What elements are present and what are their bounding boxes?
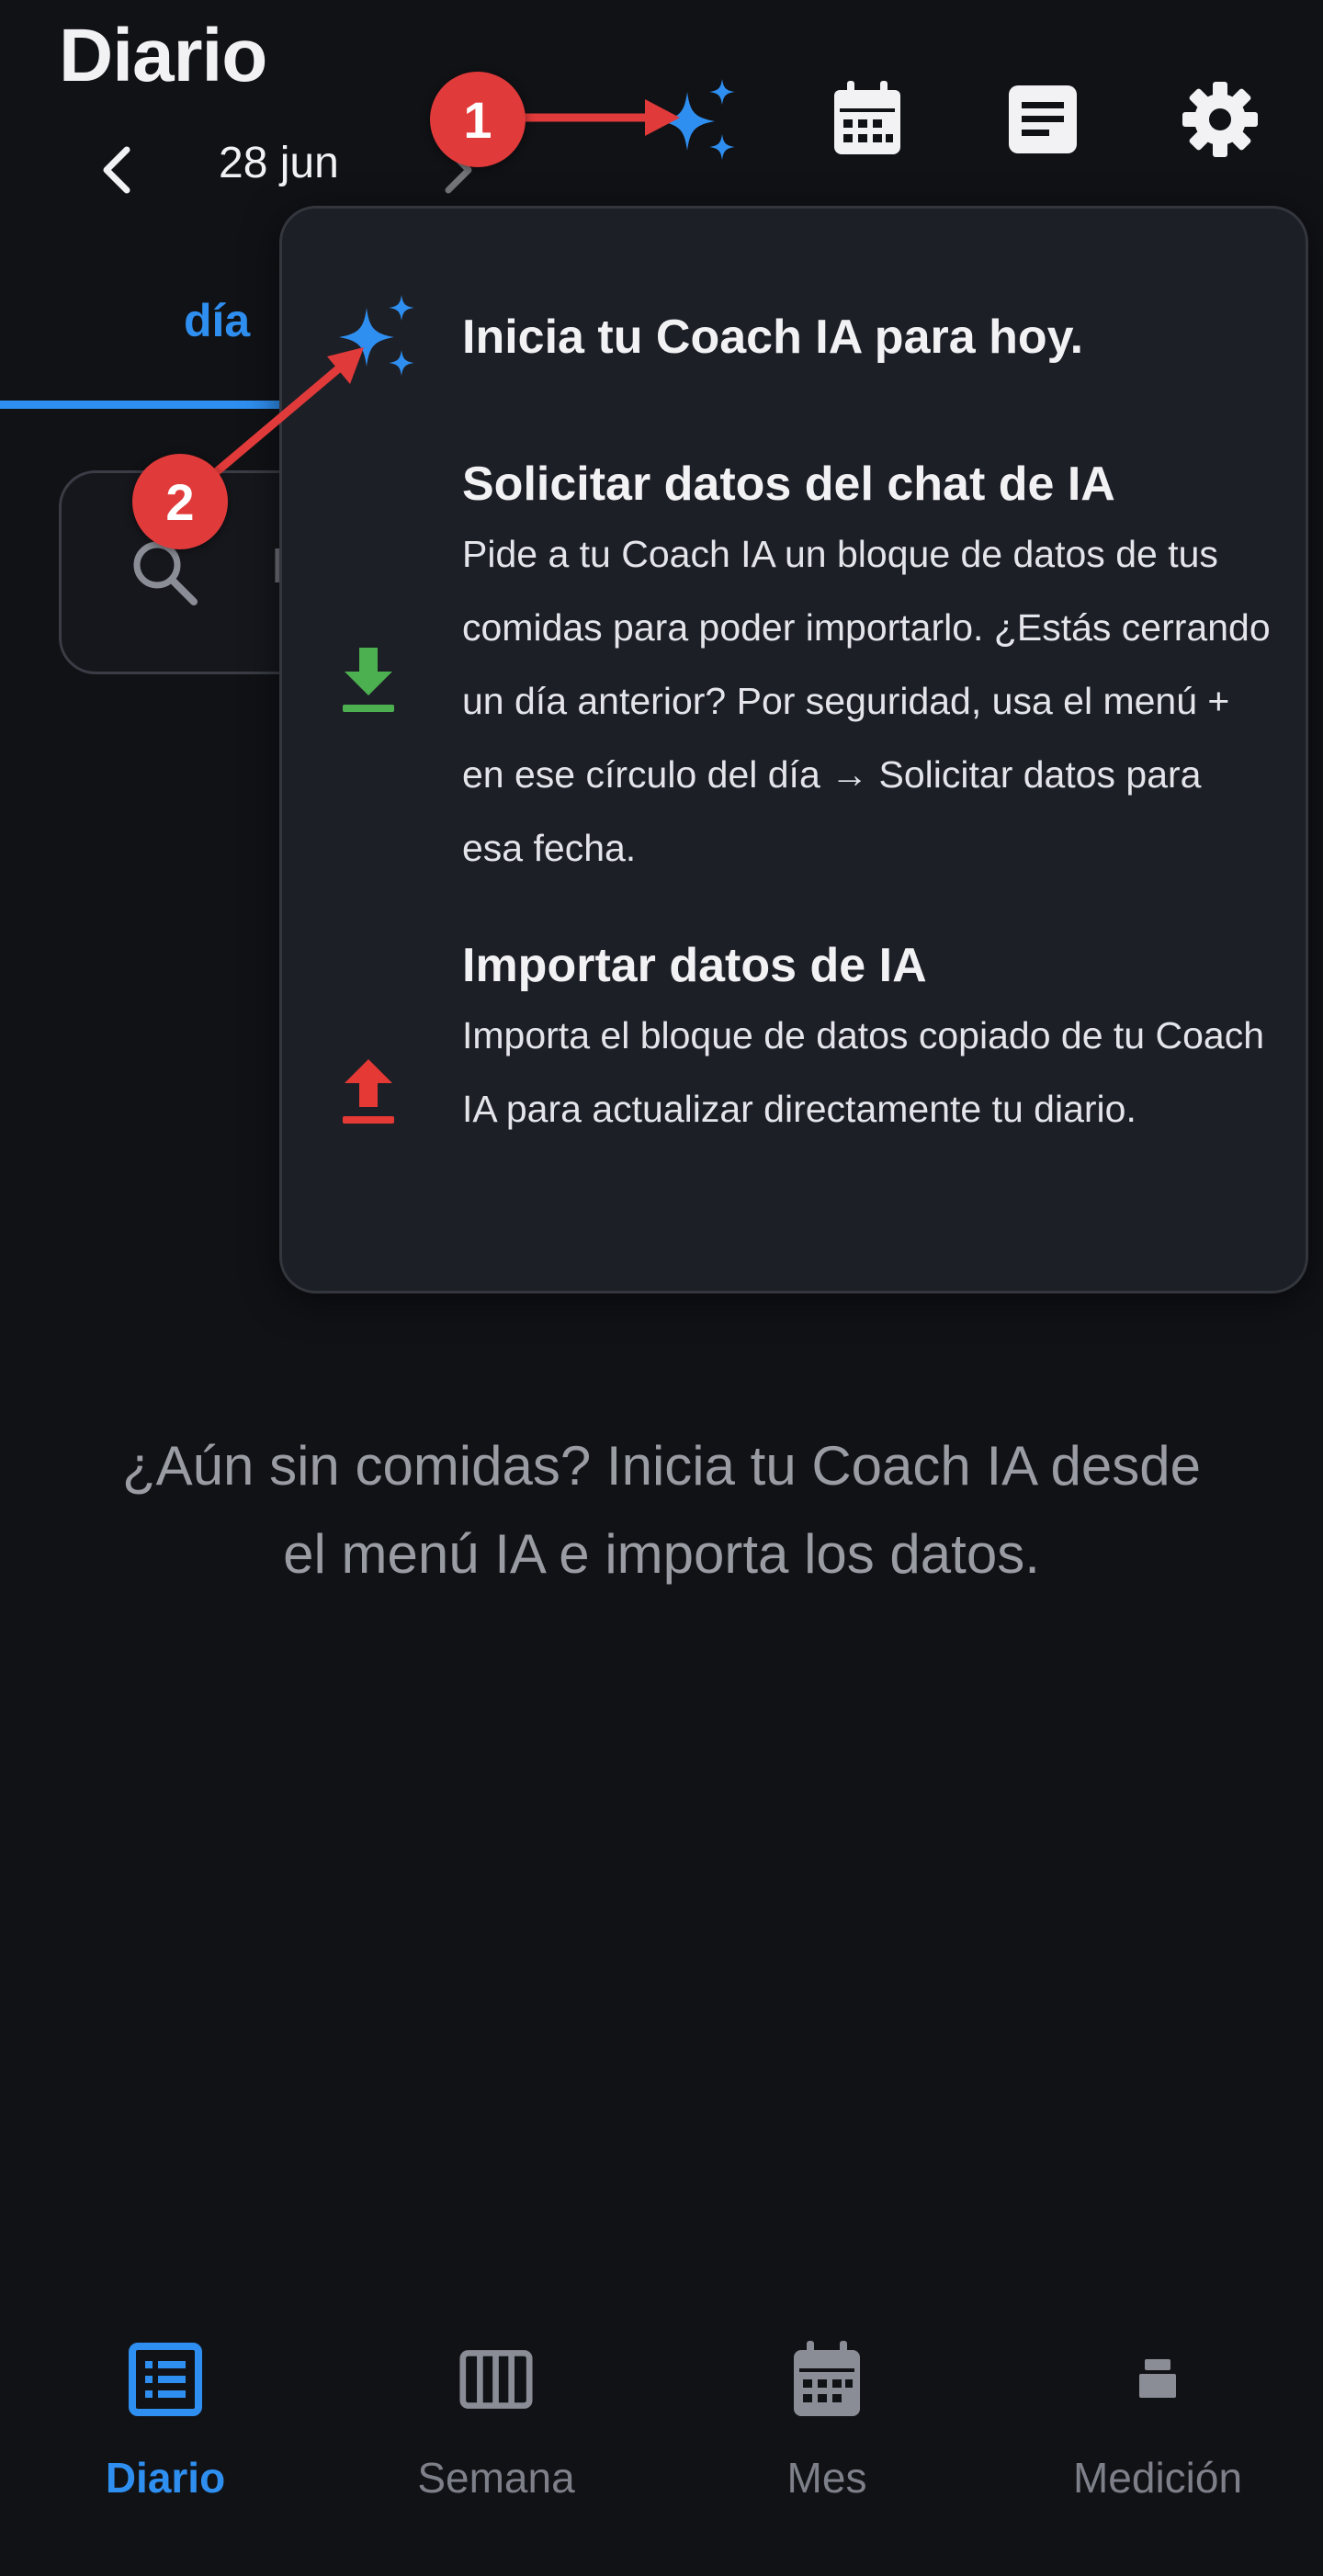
bottom-navigation: Diario Semana Mes Medición	[0, 2315, 1323, 2576]
annotation-badge-2: 2	[132, 454, 228, 549]
week-columns-icon	[459, 2343, 533, 2416]
upload-icon	[343, 1059, 394, 1124]
calendar-icon	[834, 81, 900, 154]
menu-item-request-data[interactable]: Solicitar datos del chat de IA Pide a tu…	[282, 457, 1306, 898]
nav-item-semana[interactable]: Semana	[331, 2315, 662, 2576]
gear-icon	[1182, 82, 1258, 157]
nav-label: Medición	[1072, 2454, 1243, 2502]
ai-popup-menu: Inicia tu Coach IA para hoy. Solicitar d…	[279, 206, 1308, 1294]
app-screen: Diario 28 jun día Inicia tu Coach IA par…	[0, 0, 1323, 2576]
empty-state-message: ¿Aún sin comidas? Inicia tu Coach IA des…	[122, 1435, 1201, 1585]
menu-item-import-data[interactable]: Importar datos de IA Importa el bloque d…	[282, 938, 1306, 1250]
nav-item-mes[interactable]: Mes	[662, 2315, 992, 2576]
annotation-badge-1: 1	[430, 72, 526, 167]
notes-button[interactable]	[988, 64, 1098, 175]
chevron-left-icon	[103, 146, 130, 194]
tab-active-indicator	[0, 401, 294, 409]
list-icon	[129, 2343, 202, 2416]
nav-label: Mes	[786, 2454, 867, 2502]
ai-menu-button[interactable]	[643, 64, 753, 175]
previous-day-button[interactable]	[92, 138, 143, 202]
menu-item-start-coach[interactable]: Inicia tu Coach IA para hoy.	[282, 291, 1306, 401]
tab-day[interactable]: día	[184, 294, 250, 347]
sparkles-icon	[660, 79, 735, 160]
nav-label: Semana	[417, 2454, 575, 2502]
menu-item-title: Importar datos de IA	[462, 939, 927, 992]
menu-item-title: Solicitar datos del chat de IA	[462, 458, 1115, 511]
notes-icon	[1009, 85, 1077, 153]
current-date-label[interactable]: 28 jun	[219, 138, 339, 188]
scale-icon	[1121, 2343, 1194, 2416]
nav-label: Diario	[105, 2454, 226, 2502]
menu-item-description: Pide a tu Coach IA un bloque de datos de…	[462, 533, 1271, 869]
sparkles-icon	[339, 295, 414, 376]
menu-item-description: Importa el bloque de datos copiado de tu…	[462, 1014, 1264, 1130]
nav-item-medicion[interactable]: Medición	[992, 2315, 1323, 2576]
nav-item-diario[interactable]: Diario	[0, 2315, 331, 2576]
page-title: Diario	[59, 14, 267, 97]
menu-item-title: Inicia tu Coach IA para hoy.	[462, 311, 1084, 364]
settings-button[interactable]	[1165, 64, 1275, 175]
download-icon	[343, 648, 394, 712]
calendar-button[interactable]	[812, 64, 922, 175]
calendar-icon	[790, 2341, 864, 2416]
